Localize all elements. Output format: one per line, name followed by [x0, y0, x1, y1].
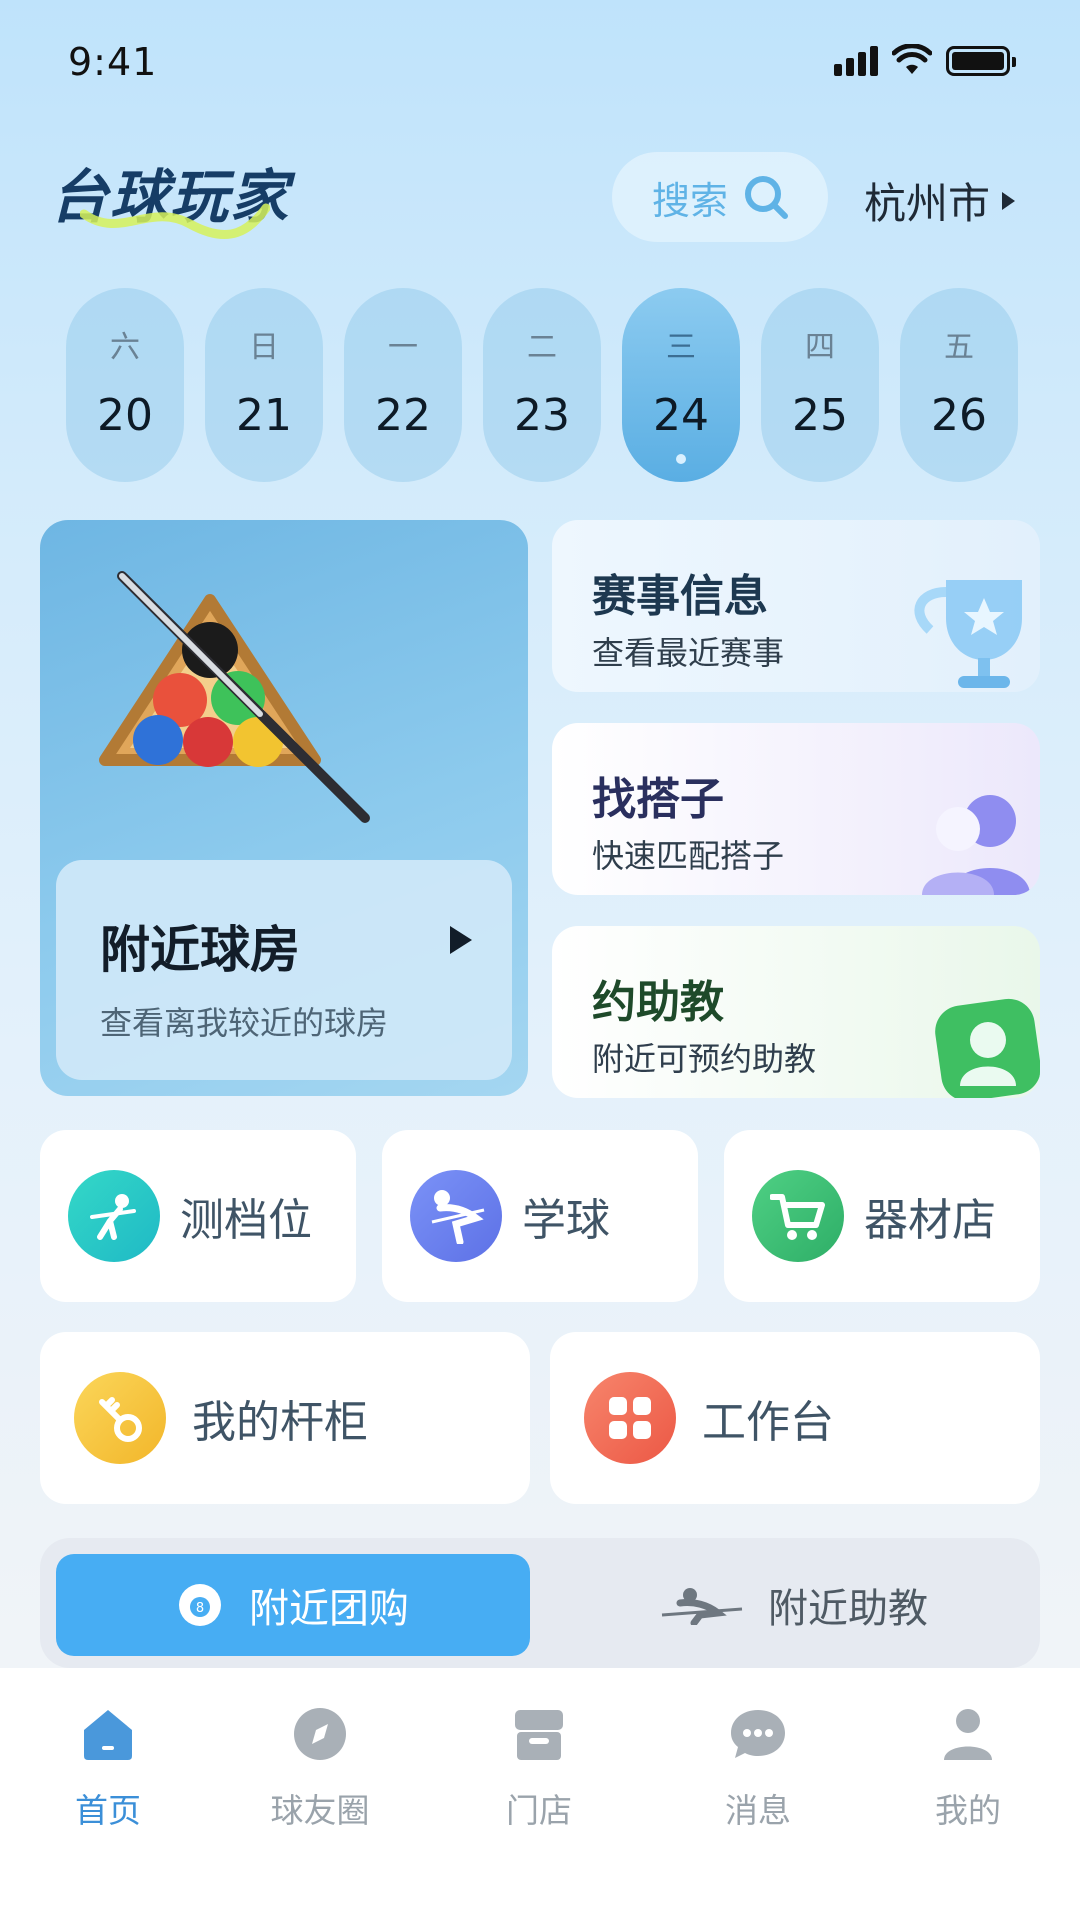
events-title: 赛事信息: [592, 571, 768, 622]
weekday-label: 三: [666, 330, 696, 365]
weekday-label: 六: [110, 330, 140, 365]
events-card[interactable]: 赛事信息 查看最近赛事: [552, 520, 1040, 692]
user-icon: [893, 1698, 1043, 1770]
cart-icon: [752, 1170, 844, 1262]
segment-inactive-label: 附近助教: [768, 1586, 928, 1632]
day-number: 21: [236, 390, 292, 441]
tab-label: 首页: [75, 1791, 141, 1830]
day-number: 24: [653, 390, 709, 441]
tab-label: 球友圈: [270, 1791, 370, 1830]
events-subtitle: 查看最近赛事: [592, 634, 785, 672]
people-icon: [922, 795, 1030, 895]
partner-card[interactable]: 找搭子 快速匹配搭子: [552, 723, 1040, 895]
date-item[interactable]: 五 26: [900, 288, 1018, 482]
signal-icon: [834, 44, 878, 76]
weekday-label: 日: [249, 330, 279, 365]
shortcut-label: 工作台: [702, 1397, 834, 1448]
tab-label: 我的: [935, 1791, 1001, 1830]
billiard-player-icon: [68, 1170, 160, 1262]
eight-ball-icon: 8: [179, 1584, 221, 1626]
date-item[interactable]: 四 25: [761, 288, 879, 482]
search-label: 搜索: [652, 178, 729, 223]
search-icon: [745, 176, 789, 219]
tab-profile[interactable]: 我的: [893, 1698, 1043, 1832]
date-item[interactable]: 六 20: [66, 288, 184, 482]
date-item[interactable]: 日 21: [205, 288, 323, 482]
weekday-label: 四: [805, 330, 835, 365]
billiard-rack-icon: [99, 571, 370, 823]
day-number: 25: [792, 390, 848, 441]
shortcut-label: 我的杆柜: [192, 1397, 368, 1448]
logo-wave-decoration: [80, 203, 270, 239]
shortcut-cue-locker[interactable]: 我的杆柜: [40, 1332, 530, 1504]
tab-store[interactable]: 门店: [464, 1698, 614, 1832]
compass-icon: [245, 1698, 395, 1770]
date-strip: 六 20 日 21 一 22 二 23 三 24 四 25 五 26: [66, 288, 1018, 482]
date-item[interactable]: 二 23: [483, 288, 601, 482]
tab-moments[interactable]: 球友圈: [245, 1698, 395, 1832]
wifi-icon: [892, 44, 932, 74]
partner-subtitle: 快速匹配搭子: [592, 837, 785, 875]
store-icon: [464, 1698, 614, 1770]
city-selector[interactable]: 杭州市: [864, 170, 1016, 231]
nearby-hall-card[interactable]: 附近球房 查看离我较近的球房: [40, 520, 528, 1096]
nearby-hall-title: 附近球房: [100, 921, 300, 979]
search-button[interactable]: 搜索: [612, 152, 828, 242]
shortcut-label: 器材店: [864, 1195, 996, 1246]
home-icon: [33, 1698, 183, 1770]
grid-icon: [584, 1372, 676, 1464]
weekday-label: 二: [527, 330, 557, 365]
chat-icon: [683, 1698, 833, 1770]
cue-stance-icon: [410, 1170, 502, 1262]
partner-title: 找搭子: [592, 774, 724, 825]
nearby-segment: 8 附近团购 附近助教: [40, 1538, 1040, 1668]
tab-nearby-coach[interactable]: 附近助教: [564, 1554, 1024, 1656]
segment-active-label: 附近团购: [249, 1586, 409, 1632]
bottom-tab-bar: 首页 球友圈 门店 消息 我的: [0, 1668, 1080, 1920]
shortcut-learn[interactable]: 学球: [382, 1130, 698, 1302]
svg-text:8: 8: [196, 1601, 204, 1616]
weekday-label: 五: [944, 330, 974, 365]
coach-title: 约助教: [592, 977, 724, 1028]
battery-icon: [946, 46, 1016, 76]
date-item[interactable]: 一 22: [344, 288, 462, 482]
coach-card[interactable]: 约助教 附近可预约助教: [552, 926, 1040, 1098]
trophy-icon: [914, 580, 1022, 688]
shortcut-label: 学球: [522, 1195, 610, 1246]
day-number: 20: [97, 390, 153, 441]
date-item-selected[interactable]: 三 24: [622, 288, 740, 482]
caret-right-icon: [1002, 191, 1016, 210]
selected-dot: [676, 454, 686, 464]
tab-label: 门店: [506, 1791, 572, 1830]
weekday-label: 一: [388, 330, 418, 365]
shortcut-workbench[interactable]: 工作台: [550, 1332, 1040, 1504]
tab-label: 消息: [725, 1791, 791, 1830]
status-time: 9:41: [68, 40, 158, 84]
day-number: 23: [514, 390, 570, 441]
tab-messages[interactable]: 消息: [683, 1698, 833, 1832]
nearby-hall-subtitle: 查看离我较近的球房: [100, 1004, 389, 1042]
nearby-hall-panel: 附近球房 查看离我较近的球房: [56, 860, 512, 1080]
key-icon: [74, 1372, 166, 1464]
tab-home[interactable]: 首页: [33, 1698, 183, 1832]
play-arrow-icon: [450, 926, 472, 954]
tab-nearby-group-buy[interactable]: 8 附近团购: [56, 1554, 530, 1656]
person-card-icon: [935, 998, 1040, 1098]
coach-subtitle: 附近可预约助教: [592, 1040, 817, 1078]
day-number: 26: [931, 390, 987, 441]
shortcut-equipment-shop[interactable]: 器材店: [724, 1130, 1040, 1302]
shortcut-level-test[interactable]: 测档位: [40, 1130, 356, 1302]
billiard-player-icon: [661, 1588, 743, 1625]
day-number: 22: [375, 390, 431, 441]
status-icons: [834, 44, 1016, 76]
shortcut-label: 测档位: [180, 1195, 312, 1246]
city-label: 杭州市: [864, 179, 991, 228]
